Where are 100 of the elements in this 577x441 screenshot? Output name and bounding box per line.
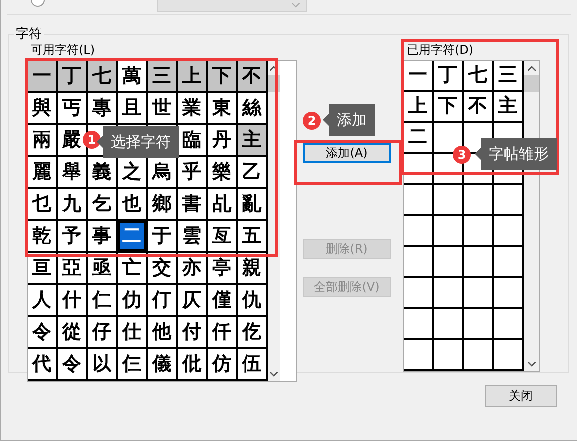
used-chars-label: 已用字符(D) <box>407 43 475 57</box>
character-cell[interactable]: 與 <box>28 93 56 123</box>
empty-cell <box>494 247 522 276</box>
character-cell[interactable]: 仡 <box>238 317 266 347</box>
character-cell[interactable]: 下 <box>434 92 462 121</box>
character-cell[interactable]: 乾 <box>28 221 56 251</box>
character-cell[interactable]: 儀 <box>148 349 176 379</box>
character-cell[interactable]: 上 <box>178 61 206 91</box>
character-cell[interactable]: 書 <box>178 189 206 219</box>
character-cell[interactable]: 仄 <box>178 285 206 315</box>
character-cell[interactable]: 亟 <box>88 253 116 283</box>
character-cell[interactable]: 東 <box>208 93 236 123</box>
character-cell[interactable]: 萬 <box>118 61 146 91</box>
character-cell[interactable]: 乞 <box>88 189 116 219</box>
character-cell[interactable]: 令 <box>58 349 86 379</box>
character-cell[interactable]: 也 <box>118 189 146 219</box>
empty-cell <box>434 123 462 152</box>
character-cell[interactable]: 不 <box>464 92 492 121</box>
character-cell[interactable]: 伍 <box>238 349 266 379</box>
character-cell[interactable]: 乩 <box>208 189 236 219</box>
character-cell[interactable]: 麗 <box>28 157 56 187</box>
character-cell[interactable]: 樂 <box>208 157 236 187</box>
character-cell[interactable]: 丹 <box>208 125 236 155</box>
character-cell[interactable]: 亘 <box>28 253 56 283</box>
character-cell[interactable]: 人 <box>28 285 56 315</box>
empty-cell <box>434 278 462 307</box>
character-cell[interactable]: 事 <box>88 221 116 251</box>
character-cell[interactable]: 三 <box>494 61 522 90</box>
character-cell[interactable]: 臨 <box>178 125 206 155</box>
character-cell[interactable]: 仁 <box>88 285 116 315</box>
character-cell[interactable]: 專 <box>88 93 116 123</box>
character-cell[interactable]: 仃 <box>148 285 176 315</box>
character-cell[interactable]: 雲 <box>178 221 206 251</box>
character-cell[interactable]: 親 <box>238 253 266 283</box>
action-button[interactable]: 添加(A) <box>303 143 391 163</box>
character-cell[interactable]: 七 <box>88 61 116 91</box>
available-chars-label: 可用字符(L) <box>31 43 96 57</box>
character-cell[interactable]: 丐 <box>58 93 86 123</box>
character-cell[interactable]: 嚴 <box>58 125 86 155</box>
character-cell[interactable]: 于 <box>148 221 176 251</box>
character-cell[interactable]: 仿 <box>208 349 236 379</box>
character-cell[interactable]: 付 <box>178 317 206 347</box>
character-cell[interactable]: 代 <box>28 349 56 379</box>
character-cell[interactable]: 他 <box>148 317 176 347</box>
character-cell[interactable]: 仨 <box>118 349 146 379</box>
character-cell[interactable]: 絲 <box>238 93 266 123</box>
character-cell[interactable]: 亭 <box>208 253 236 283</box>
radio-button[interactable] <box>31 0 45 8</box>
character-cell[interactable]: 什 <box>58 285 86 315</box>
character-cell[interactable]: 乜 <box>28 189 56 219</box>
character-cell[interactable]: 從 <box>58 317 86 347</box>
character-cell[interactable]: 舉 <box>58 157 86 187</box>
character-cell[interactable]: 乎 <box>178 157 206 187</box>
character-cell[interactable]: 九 <box>58 189 86 219</box>
character-cell[interactable]: 一 <box>28 61 56 91</box>
empty-cell <box>434 216 462 245</box>
empty-cell <box>464 340 492 369</box>
character-cell[interactable]: 兩 <box>28 125 56 155</box>
character-cell[interactable]: 不 <box>238 61 266 91</box>
character-cell[interactable]: 下 <box>208 61 236 91</box>
character-cell[interactable]: 丁 <box>434 61 462 90</box>
character-cell[interactable]: 令 <box>28 317 56 347</box>
character-cell[interactable]: 一 <box>404 61 432 90</box>
character-cell[interactable]: 丁 <box>58 61 86 91</box>
character-cell[interactable]: 且 <box>118 93 146 123</box>
character-cell[interactable]: 仂 <box>118 285 146 315</box>
close-button[interactable]: 关闭 <box>485 385 557 407</box>
character-cell[interactable]: 二 <box>118 221 146 251</box>
character-cell[interactable]: 業 <box>178 93 206 123</box>
character-cell[interactable]: 僅 <box>208 285 236 315</box>
character-cell[interactable]: 仔 <box>88 317 116 347</box>
step-badge: 2 <box>303 112 321 130</box>
character-cell[interactable]: 予 <box>58 221 86 251</box>
character-cell[interactable]: 之 <box>118 157 146 187</box>
character-cell[interactable]: 亡 <box>118 253 146 283</box>
character-cell[interactable]: 二 <box>404 123 432 152</box>
scroll-thumb[interactable] <box>524 75 539 92</box>
character-cell[interactable]: 主 <box>494 92 522 121</box>
character-cell[interactable]: 乙 <box>238 157 266 187</box>
character-cell[interactable]: 仟 <box>208 317 236 347</box>
character-cell[interactable]: 世 <box>148 93 176 123</box>
character-cell[interactable]: 亦 <box>178 253 206 283</box>
character-cell[interactable]: 義 <box>88 157 116 187</box>
empty-cell <box>494 185 522 214</box>
character-cell[interactable]: 亞 <box>58 253 86 283</box>
character-cell[interactable]: 烏 <box>148 157 176 187</box>
character-cell[interactable]: 交 <box>148 253 176 283</box>
character-cell[interactable]: 七 <box>464 61 492 90</box>
character-cell[interactable]: 上 <box>404 92 432 121</box>
character-cell[interactable]: 亙 <box>208 221 236 251</box>
character-cell[interactable]: 主 <box>238 125 266 155</box>
character-cell[interactable]: 亂 <box>238 189 266 219</box>
character-cell[interactable]: 鄉 <box>148 189 176 219</box>
character-cell[interactable]: 仇 <box>238 285 266 315</box>
character-cell[interactable]: 仕 <box>118 317 146 347</box>
character-cell[interactable]: 仳 <box>178 349 206 379</box>
step-tooltip: 字帖雏形 <box>475 138 557 170</box>
character-cell[interactable]: 三 <box>148 61 176 91</box>
character-cell[interactable]: 五 <box>238 221 266 251</box>
character-cell[interactable]: 以 <box>88 349 116 379</box>
